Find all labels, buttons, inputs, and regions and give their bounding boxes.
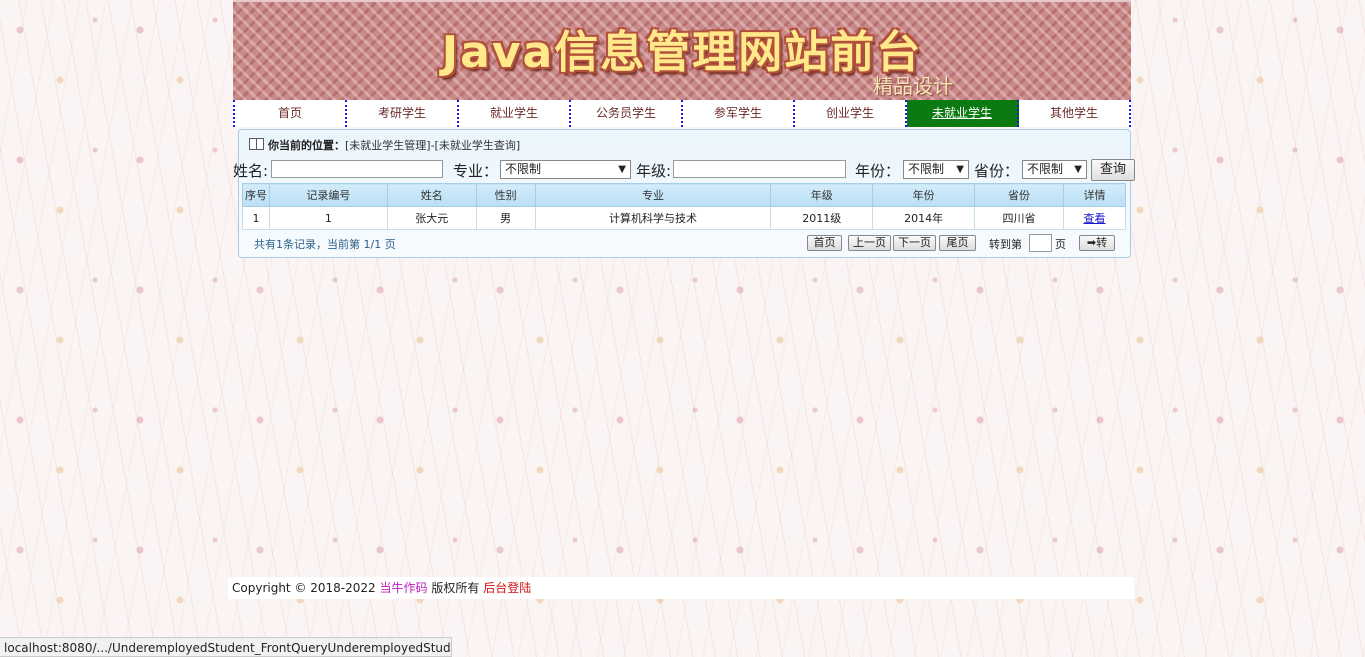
first-page-button[interactable]: 首页 bbox=[807, 235, 842, 251]
col-header-detail: 详情 bbox=[1063, 183, 1126, 207]
cell-grade: 2011级 bbox=[770, 206, 874, 230]
nav-item-civil-servant[interactable]: 公务员学生 bbox=[571, 100, 683, 127]
year-select[interactable]: 不限制 ▼ bbox=[903, 160, 969, 179]
nav-item-label: 参军学生 bbox=[713, 106, 762, 120]
nav-item-label: 就业学生 bbox=[489, 106, 538, 120]
cell-year: 2014年 bbox=[872, 206, 976, 230]
nav-item-label: 考研学生 bbox=[377, 106, 426, 120]
nav-item-label: 公务员学生 bbox=[595, 106, 656, 120]
chevron-down-icon: ▼ bbox=[618, 164, 626, 175]
results-table: 序号 记录编号 姓名 性别 专业 年级 年份 省份 详情 1 1 张大元 男 计… bbox=[242, 183, 1126, 230]
name-label: 姓名: bbox=[233, 162, 269, 180]
name-input[interactable] bbox=[271, 160, 443, 178]
col-header-major: 专业 bbox=[534, 183, 772, 207]
nav-item-label: 其他学生 bbox=[1049, 106, 1098, 120]
status-bar-url: localhost:8080/.../UnderemployedStudent_… bbox=[0, 637, 452, 657]
goto-page-unit: 页 bbox=[1055, 238, 1066, 251]
nav-item-other[interactable]: 其他学生 bbox=[1019, 100, 1129, 127]
chevron-down-icon: ▼ bbox=[1074, 164, 1082, 175]
goto-page-input[interactable] bbox=[1029, 234, 1052, 252]
query-button[interactable]: 查询 bbox=[1091, 159, 1135, 181]
pager-info: 共有1条记录，当前第 1/1 页 bbox=[254, 238, 396, 251]
col-header-grade: 年级 bbox=[770, 183, 874, 207]
chevron-down-icon: ▼ bbox=[956, 164, 964, 175]
cell-record-no: 1 bbox=[268, 206, 388, 230]
copyright-text: Copyright © 2018-2022 bbox=[232, 581, 376, 595]
nav-item-home[interactable]: 首页 bbox=[235, 100, 347, 127]
cell-province: 四川省 bbox=[974, 206, 1064, 230]
nav-item-label: 创业学生 bbox=[825, 106, 874, 120]
nav-item-military[interactable]: 参军学生 bbox=[683, 100, 795, 127]
nav-item-label: 未就业学生 bbox=[931, 106, 992, 120]
main-nav: 首页 考研学生 就业学生 公务员学生 参军学生 创业学生 未就业学生 其他学生 bbox=[233, 100, 1131, 127]
cell-detail: 查看 bbox=[1063, 206, 1126, 230]
nav-item-employed[interactable]: 就业学生 bbox=[459, 100, 571, 127]
search-form: 姓名: 专业： 不限制 ▼ 年级: 年份： 不限制 ▼ 省份： 不限制 ▼ 查询 bbox=[233, 158, 1143, 182]
col-header-year: 年份 bbox=[872, 183, 976, 207]
col-header-record-no: 记录编号 bbox=[268, 183, 388, 207]
col-header-name: 姓名 bbox=[386, 183, 477, 207]
banner-subtitle: 精品设计 bbox=[873, 74, 953, 98]
nav-item-startup[interactable]: 创业学生 bbox=[795, 100, 907, 127]
table-row: 1 1 张大元 男 计算机科学与技术 2011级 2014年 四川省 查看 bbox=[242, 206, 1126, 230]
province-label: 省份： bbox=[974, 162, 1020, 180]
table-header-row: 序号 记录编号 姓名 性别 专业 年级 年份 省份 详情 bbox=[242, 183, 1126, 207]
rights-text: 版权所有 bbox=[431, 581, 480, 595]
view-detail-link[interactable]: 查看 bbox=[1084, 212, 1106, 225]
nav-item-unemployed[interactable]: 未就业学生 bbox=[907, 100, 1019, 127]
province-select-value: 不限制 bbox=[1027, 162, 1064, 176]
grade-input[interactable] bbox=[673, 160, 846, 178]
col-header-gender: 性别 bbox=[475, 183, 536, 207]
breadcrumb: 你当前的位置：[未就业学生管理]-[未就业学生查询] bbox=[249, 137, 520, 153]
cell-gender: 男 bbox=[475, 206, 536, 230]
site-banner: Java信息管理网站前台 精品设计 bbox=[233, 0, 1131, 102]
goto-button[interactable]: ➡转 bbox=[1079, 235, 1115, 251]
year-label: 年份： bbox=[855, 162, 901, 180]
grade-label: 年级: bbox=[636, 162, 672, 180]
cell-major: 计算机科学与技术 bbox=[534, 206, 772, 230]
last-page-button[interactable]: 尾页 bbox=[939, 235, 976, 251]
author-text: 当牛作码 bbox=[379, 581, 428, 595]
next-page-button[interactable]: 下一页 bbox=[893, 235, 936, 251]
major-select[interactable]: 不限制 ▼ bbox=[500, 160, 631, 179]
province-select[interactable]: 不限制 ▼ bbox=[1022, 160, 1087, 179]
admin-login-link[interactable]: 后台登陆 bbox=[483, 581, 531, 595]
nav-item-postgrad[interactable]: 考研学生 bbox=[347, 100, 459, 127]
major-label: 专业： bbox=[453, 162, 499, 180]
banner-title: Java信息管理网站前台 bbox=[441, 27, 923, 78]
col-header-province: 省份 bbox=[974, 183, 1064, 207]
cell-index: 1 bbox=[242, 206, 270, 230]
major-select-value: 不限制 bbox=[505, 162, 542, 176]
book-icon bbox=[249, 138, 264, 150]
year-select-value: 不限制 bbox=[908, 162, 945, 176]
cell-name: 张大元 bbox=[386, 206, 477, 230]
prev-page-button[interactable]: 上一页 bbox=[848, 235, 891, 251]
goto-label: 转到第 bbox=[989, 238, 1022, 251]
col-header-index: 序号 bbox=[242, 183, 270, 207]
nav-item-label: 首页 bbox=[277, 106, 302, 120]
breadcrumb-prefix: 你当前的位置： bbox=[268, 139, 345, 152]
footer: Copyright © 2018-2022 当牛作码 版权所有 后台登陆 bbox=[228, 577, 1134, 599]
breadcrumb-path: [未就业学生管理]-[未就业学生查询] bbox=[345, 139, 521, 152]
